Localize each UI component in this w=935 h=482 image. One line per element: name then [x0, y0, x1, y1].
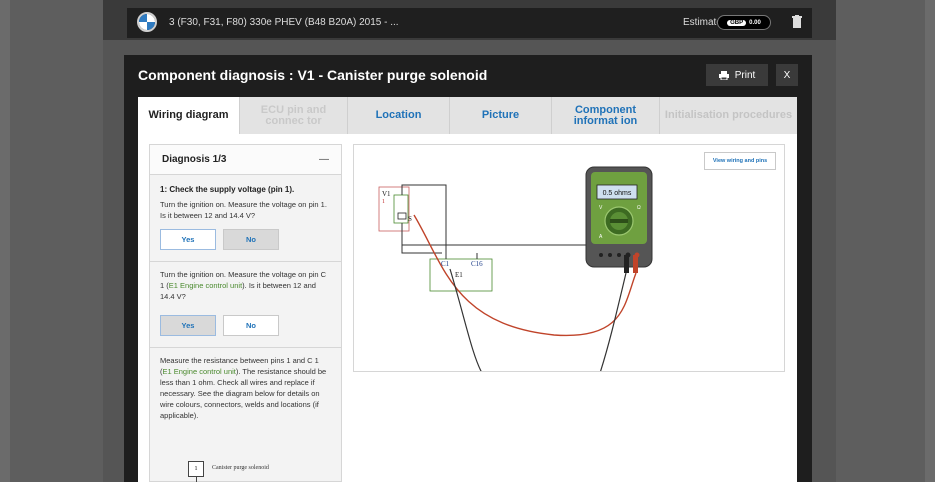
tab-bar: Wiring diagram ECU pin and connec tor Lo… [138, 97, 797, 134]
label-c16: C16 [471, 260, 483, 268]
trash-icon[interactable] [792, 15, 802, 28]
meter-reading: 0.5 ohms [603, 190, 632, 197]
svg-text:Ω: Ω [637, 205, 641, 211]
divider [150, 261, 341, 262]
tab-component-information[interactable]: Component informat ion [552, 97, 660, 134]
side-gutter-right [836, 0, 925, 482]
multimeter: 0.5 ohms V Ω A [585, 166, 653, 273]
estimate-badge[interactable]: GBP 0.00 [717, 15, 771, 30]
top-bar-inner: 3 (F30, F31, F80) 330e PHEV (B48 B20A) 2… [127, 8, 812, 38]
side-gutter-left [10, 0, 103, 482]
mini-diagram-label: Canister purge solenoid [212, 465, 269, 471]
q1-yes-button[interactable]: Yes [160, 229, 216, 250]
estimate-currency: GBP [727, 19, 747, 26]
probe-lead-black-1 [449, 268, 482, 371]
wiring-diagram-panel: View wiring and pins V1 1 S C1 C16 E1 0.… [353, 144, 785, 372]
question-1: Turn the ignition on. Measure the voltag… [160, 200, 327, 220]
v1-coil [397, 212, 407, 220]
label-v1-pin: 1 [382, 199, 385, 205]
q2-yes-button[interactable]: Yes [160, 315, 216, 336]
collapse-icon[interactable]: — [319, 154, 329, 165]
mini-diagram-pin: 1 [188, 461, 204, 477]
tab-content: Diagnosis 1/3 — 1: Check the supply volt… [138, 134, 797, 482]
diagnosis-panel: Diagnosis 1/3 — 1: Check the supply volt… [149, 144, 342, 482]
vehicle-title[interactable]: 3 (F30, F31, F80) 330e PHEV (B48 B20A) 2… [169, 17, 399, 28]
question-2: Turn the ignition on. Measure the voltag… [160, 270, 327, 301]
brand-logo[interactable] [137, 12, 157, 32]
diagnosis-header[interactable]: Diagnosis 1/3 — [150, 145, 341, 175]
component-diagnosis-modal: Component diagnosis : V1 - Canister purg… [124, 55, 812, 482]
background-left [0, 0, 10, 482]
ecu-link[interactable]: E1 Engine control unit [169, 281, 242, 290]
top-bar: 3 (F30, F31, F80) 330e PHEV (B48 B20A) 2… [103, 0, 836, 40]
tab-ecu-pin-connector[interactable]: ECU pin and connec tor [240, 97, 348, 134]
wiring-diagram: V1 1 S C1 C16 E1 0.5 ohms V Ω A [378, 166, 653, 371]
q2-no-button[interactable]: No [223, 315, 279, 336]
label-e1: E1 [455, 271, 463, 279]
estimate-value: 0.00 [749, 19, 761, 26]
print-button[interactable]: Print [706, 64, 768, 86]
printer-icon [718, 70, 729, 80]
q1-no-button[interactable]: No [223, 229, 279, 250]
wire-black-3 [401, 231, 442, 254]
tab-picture[interactable]: Picture [450, 97, 552, 134]
wire-black-2 [401, 223, 595, 253]
tab-location[interactable]: Location [348, 97, 450, 134]
divider [150, 347, 341, 348]
ecu-link[interactable]: E1 Engine control unit [163, 367, 236, 376]
mini-diagram-wire [196, 477, 197, 482]
step-title: 1: Check the supply voltage (pin 1). [160, 185, 295, 194]
label-v1: V1 [382, 190, 391, 198]
tab-wiring-diagram[interactable]: Wiring diagram [138, 97, 240, 134]
tab-initialisation-procedures: Initialisation procedures [660, 97, 797, 134]
diagnosis-step-counter: Diagnosis 1/3 [162, 154, 227, 165]
label-s: S [408, 215, 412, 223]
modal-title: Component diagnosis : V1 - Canister purg… [138, 67, 488, 83]
question-3: Measure the resistance between pins 1 an… [160, 356, 327, 420]
print-label: Print [734, 69, 756, 81]
close-button[interactable]: X [776, 64, 798, 86]
